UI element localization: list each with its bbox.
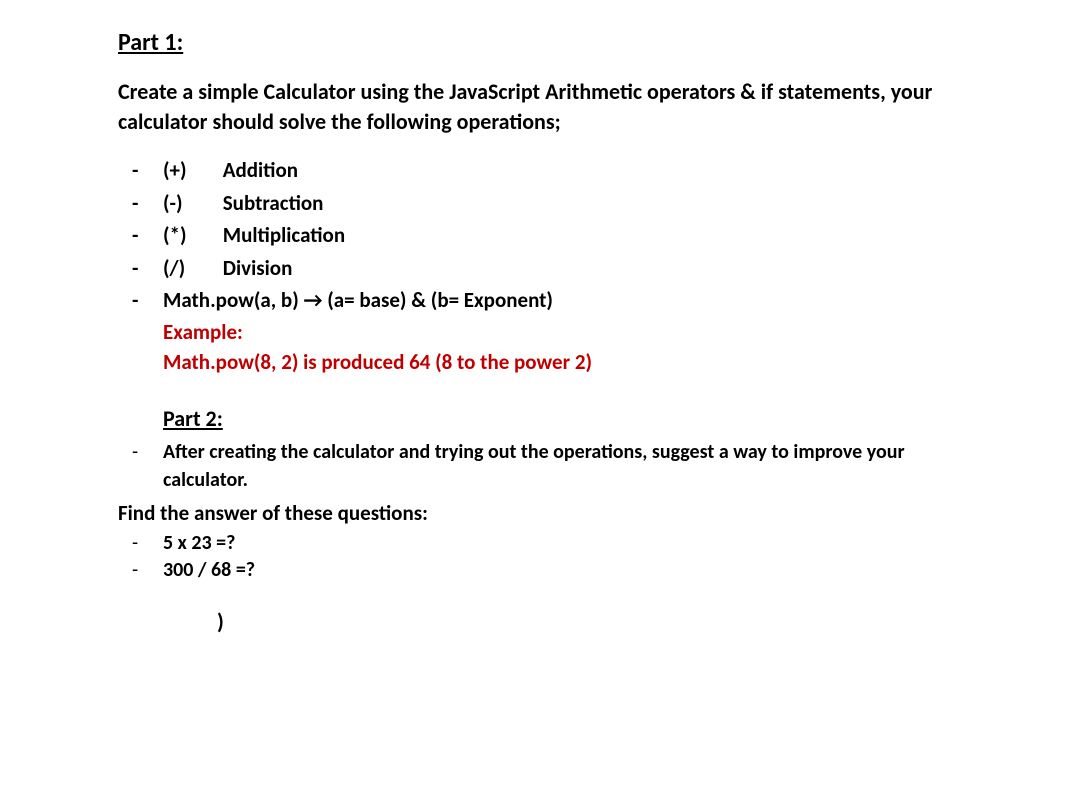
operator-symbol: (*) xyxy=(163,221,218,250)
question-item: - 300 / 68 =? xyxy=(118,557,980,584)
operator-symbol: (/) xyxy=(163,254,218,283)
operator-name: Multiplication xyxy=(223,222,345,248)
operator-name: Subtraction xyxy=(223,190,324,216)
bullet-dash-icon: - xyxy=(118,557,163,584)
operator-name: Addition xyxy=(223,157,298,183)
operation-item: - (-) Subtraction xyxy=(118,189,980,218)
operator-symbol: (-) xyxy=(163,189,218,218)
question-text: 300 / 68 =? xyxy=(163,557,255,584)
question-item: - 5 x 23 =? xyxy=(118,530,980,557)
part1-intro: Create a simple Calculator using the Jav… xyxy=(118,77,980,136)
bullet-dash-icon: - xyxy=(118,189,163,218)
question-text: 5 x 23 =? xyxy=(163,530,235,557)
operation-item: - (/) Division xyxy=(118,254,980,283)
bullet-dash-icon: - xyxy=(118,156,163,185)
bullet-dash-icon: - xyxy=(118,530,163,557)
operation-item: - (+) Addition xyxy=(118,156,980,185)
mathpow-text: Math.pow(a, b) → (a= base) & (b= Exponen… xyxy=(163,286,980,315)
example-label: Example: xyxy=(163,318,980,347)
part2-heading: Part 2: xyxy=(163,405,980,432)
operation-item: - (*) Multiplication xyxy=(118,221,980,250)
operator-name: Division xyxy=(223,255,293,281)
find-answer-heading: Find the answer of these questions: xyxy=(118,500,980,526)
bullet-dash-icon: - xyxy=(118,221,163,250)
example-block: Example: Math.pow(8, 2) is produced 64 (… xyxy=(163,318,980,377)
operator-symbol: (+) xyxy=(163,156,218,185)
part1-heading: Part 1: xyxy=(118,28,980,57)
bullet-dash-icon: - xyxy=(118,438,163,466)
trailing-paren: ) xyxy=(217,608,980,635)
example-text: Math.pow(8, 2) is produced 64 (8 to the … xyxy=(163,348,980,377)
part2-section: Part 2: - After creating the calculator … xyxy=(163,405,980,635)
part2-suggestion-item: - After creating the calculator and tryi… xyxy=(118,438,980,494)
bullet-dash-icon: - xyxy=(118,254,163,283)
mathpow-item: - Math.pow(a, b) → (a= base) & (b= Expon… xyxy=(118,286,980,315)
bullet-dash-icon: - xyxy=(118,286,163,315)
operations-list: - (+) Addition - (-) Subtraction - (*) M… xyxy=(118,156,980,315)
part2-suggestion: After creating the calculator and trying… xyxy=(163,438,980,494)
